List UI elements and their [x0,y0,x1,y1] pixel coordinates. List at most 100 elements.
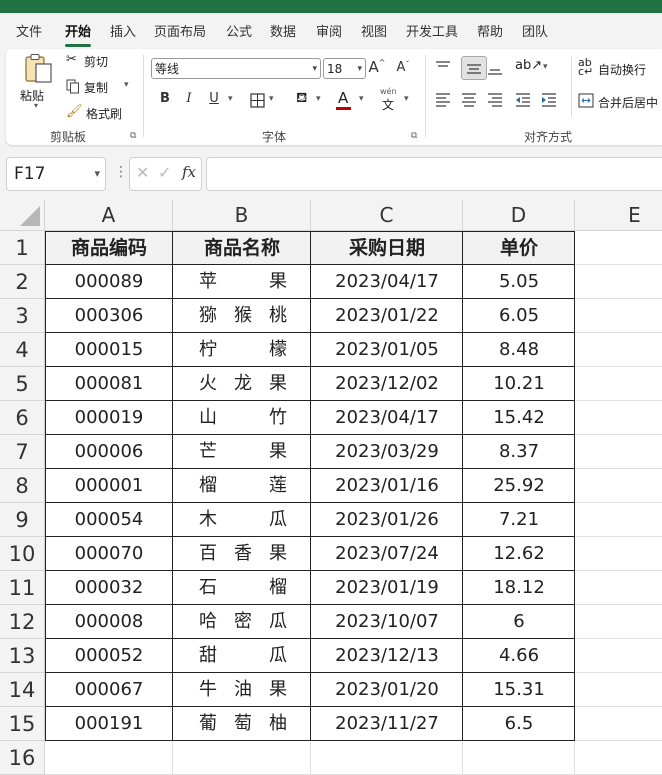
column-header-c[interactable]: C [311,200,463,231]
copy-button[interactable]: 复制 ▾ [66,77,136,97]
cell-unit-price[interactable]: 15.42 [463,401,575,435]
menu-file[interactable]: 文件 [16,21,42,40]
cell-product-name[interactable]: 甜瓜 [173,639,311,673]
cell-product-name[interactable]: 葡萄柚 [173,707,311,741]
row-header-10[interactable]: 10 [0,537,45,571]
cell-purchase-date[interactable]: 2023/03/29 [311,435,463,469]
row-header-6[interactable]: 6 [0,401,45,435]
cell-unit-price[interactable]: 10.21 [463,367,575,401]
cell-product-name[interactable]: 柠檬 [173,333,311,367]
cell-product-code[interactable]: 000001 [45,469,173,503]
cell-purchase-date[interactable]: 2023/11/27 [311,707,463,741]
cancel-icon[interactable]: ✕ [136,163,149,182]
borders-button[interactable]: ▾ [250,92,282,110]
column-header-e[interactable]: E [575,200,662,231]
menu-data[interactable]: 数据 [270,21,296,40]
column-header-a[interactable]: A [45,200,173,231]
cell-purchase-date[interactable]: 2023/10/07 [311,605,463,639]
cut-button[interactable]: ✂ 剪切 [66,51,126,71]
cell-product-code[interactable]: 000006 [45,435,173,469]
decrease-indent-button[interactable] [514,91,534,111]
table-header-cell[interactable]: 商品名称 [173,231,311,265]
align-top-button[interactable] [434,59,454,79]
row-header-3[interactable]: 3 [0,299,45,333]
cell-product-name[interactable]: 苹果 [173,265,311,299]
cell-unit-price[interactable]: 25.92 [463,469,575,503]
cell-unit-price[interactable]: 6.5 [463,707,575,741]
cell-unit-price[interactable]: 15.31 [463,673,575,707]
menu-help[interactable]: 帮助 [477,21,503,40]
orientation-button[interactable]: ab↗ ▾ [515,58,549,78]
cell-product-name[interactable]: 牛油果 [173,673,311,707]
row-header-1[interactable]: 1 [0,231,45,265]
confirm-icon[interactable]: ✓ [158,163,171,182]
cell-purchase-date[interactable]: 2023/01/26 [311,503,463,537]
cell-purchase-date[interactable]: 2023/04/17 [311,401,463,435]
cell-unit-price[interactable]: 18.12 [463,571,575,605]
cell-product-code[interactable]: 000008 [45,605,173,639]
formula-input[interactable] [206,157,662,191]
cell-product-code[interactable]: 000306 [45,299,173,333]
table-header-cell[interactable]: 商品编码 [45,231,173,265]
cell-product-name[interactable]: 百香果 [173,537,311,571]
insert-function-icon[interactable]: fx [182,163,196,181]
cell-unit-price[interactable]: 4.66 [463,639,575,673]
cell-product-code[interactable]: 000081 [45,367,173,401]
row-header-7[interactable]: 7 [0,435,45,469]
wrap-text-button[interactable]: ab c↵ 自动换行 [578,57,662,80]
cell-product-name[interactable]: 木瓜 [173,503,311,537]
cell-purchase-date[interactable]: 2023/12/02 [311,367,463,401]
cell-unit-price[interactable]: 8.37 [463,435,575,469]
cell-product-name[interactable]: 山竹 [173,401,311,435]
cell-product-name[interactable]: 芒果 [173,435,311,469]
row-header-5[interactable]: 5 [0,367,45,401]
menu-review[interactable]: 审阅 [316,21,342,40]
merge-center-button[interactable]: 合并后居中 [578,91,662,113]
column-header-b[interactable]: B [173,200,311,231]
column-header-d[interactable]: D [463,200,575,231]
menu-page-layout[interactable]: 页面布局 [154,21,206,40]
clipboard-launcher-icon[interactable]: ⧉ [130,131,136,141]
cell-unit-price[interactable]: 6.05 [463,299,575,333]
cell-product-name[interactable]: 榴莲 [173,469,311,503]
menu-formulas[interactable]: 公式 [226,21,252,40]
menu-insert[interactable]: 插入 [110,21,136,40]
menu-developer[interactable]: 开发工具 [406,21,458,40]
increase-indent-button[interactable] [540,91,560,111]
cell-product-code[interactable]: 000052 [45,639,173,673]
row-header-15[interactable]: 15 [0,707,45,741]
cell-product-name[interactable]: 火龙果 [173,367,311,401]
row-header-13[interactable]: 13 [0,639,45,673]
cell-product-code[interactable]: 000015 [45,333,173,367]
align-middle-button[interactable] [461,56,487,80]
menu-view[interactable]: 视图 [361,21,387,40]
cell-purchase-date[interactable]: 2023/01/20 [311,673,463,707]
row-header-14[interactable]: 14 [0,673,45,707]
cell-product-code[interactable]: 000019 [45,401,173,435]
formula-bar-grip-icon[interactable]: ⋮ [114,164,128,180]
cell-unit-price[interactable]: 6 [463,605,575,639]
align-left-button[interactable] [434,91,454,111]
row-header-11[interactable]: 11 [0,571,45,605]
cell-product-code[interactable]: 000191 [45,707,173,741]
cell-product-name[interactable]: 哈密瓜 [173,605,311,639]
name-box[interactable]: F17 ▾ [6,157,106,191]
cell-product-code[interactable]: 000067 [45,673,173,707]
cell-product-name[interactable]: 猕猴桃 [173,299,311,333]
table-header-cell[interactable]: 采购日期 [311,231,463,265]
cell-purchase-date[interactable]: 2023/07/24 [311,537,463,571]
underline-chevron-icon[interactable]: ▾ [228,94,233,104]
row-header-16[interactable]: 16 [0,741,45,775]
table-header-cell[interactable]: 单价 [463,231,575,265]
phonetic-guide-button[interactable]: wén 文 ▾ [380,87,414,112]
underline-button[interactable]: U [206,91,222,109]
cell-product-name[interactable]: 石榴 [173,571,311,605]
row-header-9[interactable]: 9 [0,503,45,537]
align-right-button[interactable] [486,91,506,111]
font-name-select[interactable]: 等线 ▾ [151,58,321,79]
menu-home[interactable]: 开始 [65,21,91,40]
row-header-2[interactable]: 2 [0,265,45,299]
cell-purchase-date[interactable]: 2023/01/22 [311,299,463,333]
fill-color-button[interactable]: ⛾ ▾ [296,90,330,110]
row-header-4[interactable]: 4 [0,333,45,367]
